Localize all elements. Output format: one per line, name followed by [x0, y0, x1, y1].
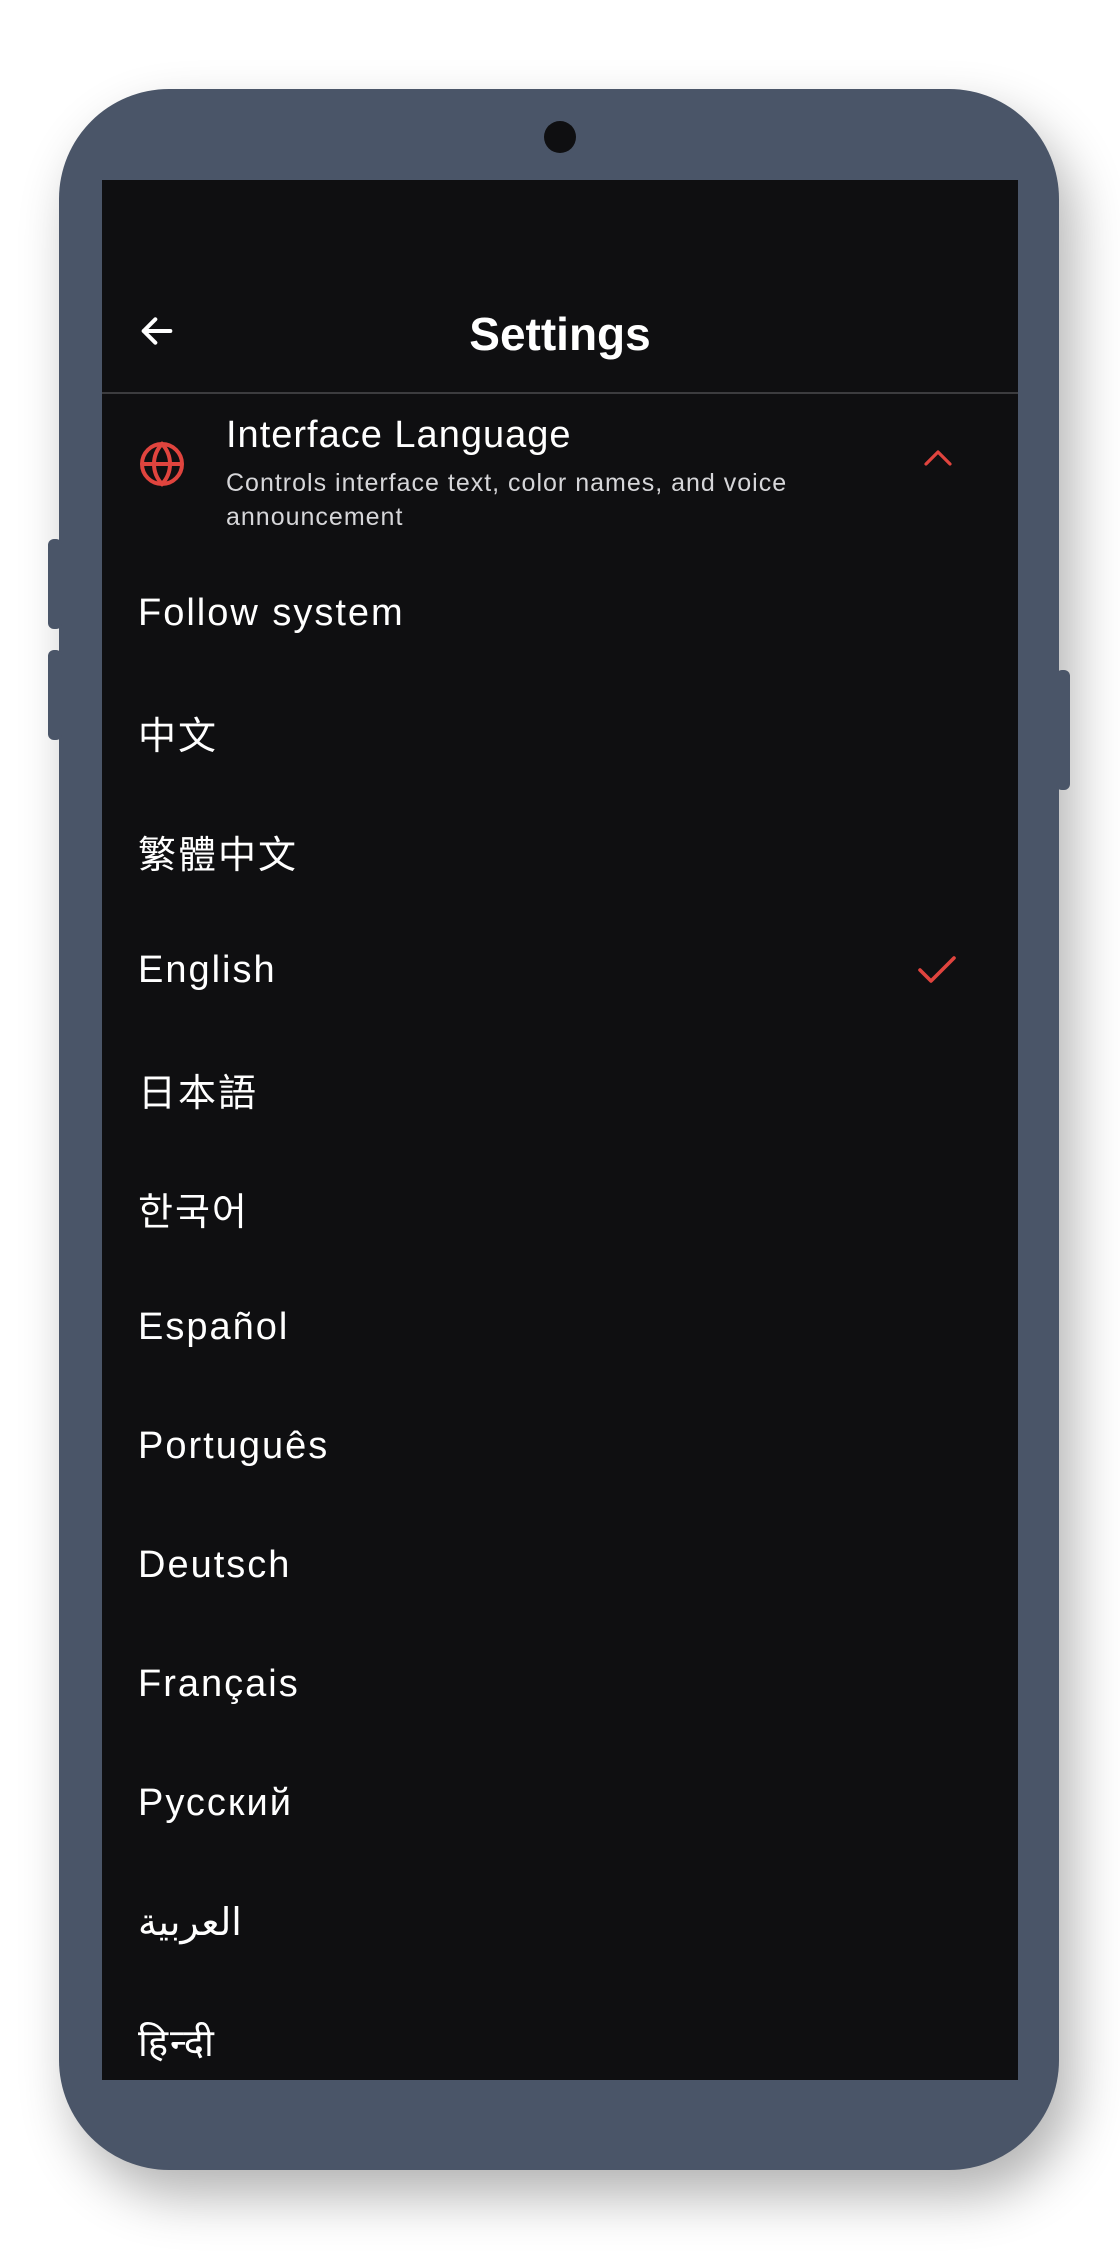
language-option[interactable]: Português — [102, 1387, 1018, 1506]
page-title: Settings — [469, 308, 651, 360]
language-label: Português — [138, 1425, 330, 1467]
language-option[interactable]: Deutsch — [102, 1506, 1018, 1625]
language-label: العربية — [138, 1902, 242, 1944]
language-label: 한국어 — [138, 1192, 249, 1234]
power-button — [1056, 670, 1070, 790]
language-option[interactable]: Русский — [102, 1744, 1018, 1863]
language-label: हिन्दी — [138, 2022, 216, 2065]
app-bar: Settings — [102, 276, 1018, 394]
volume-up-button — [48, 539, 62, 629]
language-option[interactable]: Français — [102, 1625, 1018, 1744]
checkmark-icon — [918, 956, 956, 983]
language-option[interactable]: English — [102, 911, 1018, 1030]
arrow-left-icon — [141, 317, 173, 345]
volume-down-button — [48, 650, 62, 740]
language-option[interactable]: 中文 — [102, 673, 1018, 792]
language-label: Deutsch — [138, 1544, 292, 1586]
language-option[interactable]: العربية — [102, 1863, 1018, 1982]
language-label: Русский — [138, 1782, 293, 1824]
language-label: 中文 — [138, 716, 219, 758]
language-option[interactable]: 日本語 — [102, 1030, 1018, 1149]
front-camera — [544, 121, 576, 153]
language-label: English — [138, 949, 277, 991]
chevron-up-icon[interactable] — [920, 446, 956, 470]
language-label: Français — [138, 1663, 300, 1705]
language-option[interactable]: 繁體中文 — [102, 792, 1018, 911]
screen: Settings Interface Language Controls int… — [102, 180, 1018, 2080]
section-description: Controls interface text, color names, an… — [226, 469, 788, 531]
language-label: 繁體中文 — [138, 835, 299, 877]
language-list: Follow system 中文繁體中文 English 日本語 한국어 Español P… — [102, 554, 1018, 2080]
language-label: Español — [138, 1306, 290, 1348]
language-label: 日本語 — [138, 1073, 259, 1115]
language-label: Follow system — [138, 592, 405, 634]
back-button[interactable] — [132, 306, 182, 356]
language-option[interactable]: Español — [102, 1268, 1018, 1387]
language-option[interactable]: हिन्दी — [102, 1982, 1018, 2080]
interface-language-header[interactable]: Interface Language Controls interface te… — [102, 394, 1018, 531]
language-option[interactable]: 한국어 — [102, 1149, 1018, 1268]
section-title: Interface Language — [226, 414, 572, 456]
globe-icon — [140, 441, 184, 487]
language-option[interactable]: Follow system — [102, 554, 1018, 673]
